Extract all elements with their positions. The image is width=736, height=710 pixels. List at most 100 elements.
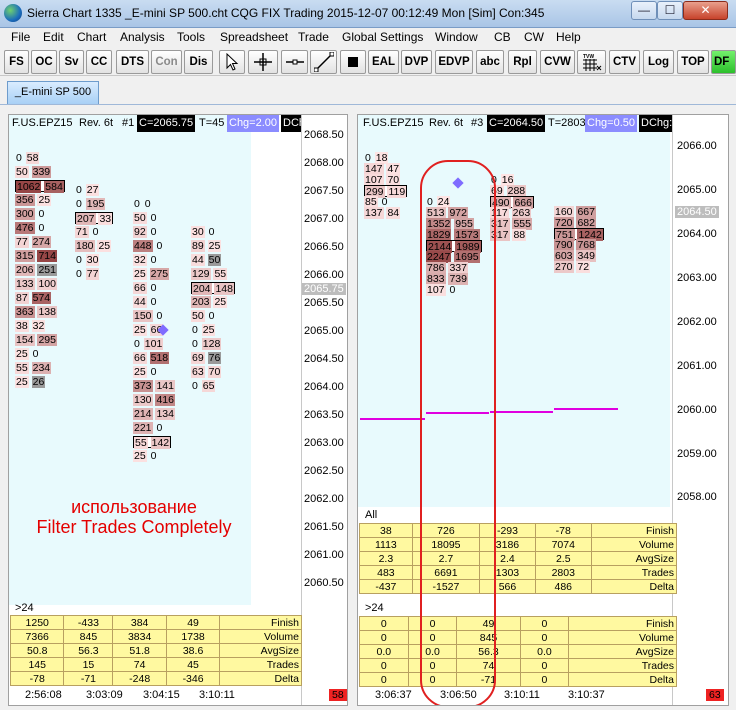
tab-e-mini-sp-500[interactable]: _E-mini SP 500 [7, 81, 99, 104]
ask-volume: 26 [31, 376, 46, 388]
footprint-cell: 25 275 [133, 268, 170, 280]
stat-row-label: Trades [568, 658, 677, 673]
cvw-button[interactable]: CVW [540, 50, 575, 74]
left-chart-panel[interactable]: F.US.EPZ15 Rev. 6t #1 C=2065.75 T=45 Chg… [8, 114, 348, 706]
bid-volume: 38 [15, 320, 29, 332]
crosshair-tool-button[interactable] [248, 50, 278, 74]
menu-help[interactable]: Help [556, 30, 581, 44]
ctv-button[interactable]: CTV [609, 50, 640, 74]
menu-bar: File Edit Chart Analysis Tools Spreadshe… [0, 28, 736, 46]
dvp-button[interactable]: DVP [401, 50, 432, 74]
right-current-price-marker: 2064.50 [675, 206, 719, 218]
footprint-cell: 50 0 [133, 212, 157, 224]
tvw-button[interactable]: TVW [577, 50, 606, 74]
bid-volume: 0 [134, 338, 140, 350]
oc-button[interactable]: OC [31, 50, 57, 74]
menu-cw[interactable]: CW [524, 30, 544, 44]
sv-button[interactable]: Sv [59, 50, 84, 74]
footprint-cell: 25 0 [15, 348, 39, 360]
ask-volume: 84 [386, 207, 401, 219]
left-price-label: 2065.50 [304, 297, 344, 309]
menu-spreadsheet[interactable]: Spreadsheet [220, 30, 288, 44]
cc-button[interactable]: CC [86, 50, 112, 74]
pointer-tool-button[interactable] [219, 50, 245, 74]
ask-volume: 142 [150, 437, 171, 449]
bid-volume: 154 [15, 334, 35, 346]
right-stats-all-row-volume: 1113 18095 3186 7074 Volume [359, 537, 678, 552]
left-price-label: 2067.50 [304, 185, 344, 197]
right-section-label: >24 [365, 602, 384, 614]
trend-line-icon [313, 51, 334, 73]
log-button[interactable]: Log [643, 50, 674, 74]
menu-chart[interactable]: Chart [77, 30, 106, 44]
right-badge: 63 [706, 689, 724, 701]
stat-cell: 1250 [9, 615, 65, 630]
fs-button[interactable]: FS [4, 50, 29, 74]
bid-volume: 25 [133, 268, 147, 280]
ask-volume: 251 [37, 264, 57, 276]
stat-cell: 384 [112, 615, 167, 630]
line-segment-tool-button[interactable] [281, 50, 308, 74]
ask-volume: 714 [37, 250, 57, 262]
menu-trade[interactable]: Trade [298, 30, 329, 44]
df-button[interactable]: DF [711, 50, 736, 74]
stat-cell: 15 [63, 657, 114, 672]
right-stats-all-row-delta: -437 -1527 566 486 Delta [359, 579, 678, 594]
edvp-button[interactable]: EDVP [435, 50, 473, 74]
abc-button[interactable]: abc [476, 50, 504, 74]
menu-cb[interactable]: CB [494, 30, 511, 44]
ask-volume: 0 [38, 208, 45, 220]
bid-volume: 30 [191, 226, 205, 238]
left-price-label: 2062.50 [304, 465, 344, 477]
stat-cell: 56.3 [63, 643, 114, 658]
top-button[interactable]: TOP [677, 50, 709, 74]
footprint-cell: 0 65 [191, 380, 216, 392]
menu-file[interactable]: File [11, 30, 30, 44]
dts-button[interactable]: DTS [116, 50, 149, 74]
right-price-label: 2065.00 [677, 184, 717, 196]
ask-volume: 70 [207, 366, 222, 378]
maximize-button[interactable]: ☐ [657, 1, 683, 20]
stat-cell: -346 [165, 671, 221, 686]
stat-cell: 2.5 [534, 551, 592, 566]
footprint-cell: 448 0 [133, 240, 163, 252]
footprint-cell: 133 100 [15, 278, 57, 290]
close-button[interactable]: ✕ [683, 1, 728, 20]
stat-cell: 49 [165, 615, 221, 630]
menu-tools[interactable]: Tools [177, 30, 205, 44]
ask-volume: 134 [155, 408, 175, 420]
left-price-label: 2067.00 [304, 213, 344, 225]
ask-volume: 584 [44, 181, 64, 193]
stat-cell: 2.3 [359, 551, 413, 566]
left-price-label: 2063.00 [304, 437, 344, 449]
stat-row-label: Finish [568, 616, 677, 631]
stat-cell: 0 [359, 658, 409, 673]
trend-line-tool-button[interactable] [310, 50, 337, 74]
dis-button[interactable]: Dis [184, 50, 213, 74]
ask-volume: 25 [37, 194, 52, 206]
ask-volume: 32 [31, 320, 46, 332]
right-chart-panel[interactable]: F.US.EPZ15 Rev. 6t #3 C=2064.50 T=2803 C… [357, 114, 729, 706]
left-current-price-marker: 2065.75 [302, 283, 346, 295]
bid-volume: 363 [15, 306, 35, 318]
eal-button[interactable]: EAL [368, 50, 399, 74]
footprint-cell: 300 0 [15, 208, 45, 220]
footprint-cell: 180 25 [75, 240, 112, 252]
ask-volume: 0 [150, 450, 157, 462]
bid-volume: 44 [191, 254, 205, 266]
minimize-button[interactable]: — [631, 1, 657, 20]
right-stats-24-row-delta: 0 0 -71 0 Delta [359, 672, 677, 687]
con-button[interactable]: Con [151, 50, 182, 74]
stat-cell: 51.8 [112, 643, 167, 658]
footprint-cell: 0 0 [133, 198, 152, 210]
menu-edit[interactable]: Edit [43, 30, 64, 44]
ask-volume: 0 [150, 282, 157, 294]
stat-cell: 486 [534, 579, 592, 594]
menu-window[interactable]: Window [435, 30, 478, 44]
menu-global-settings[interactable]: Global Settings [342, 30, 423, 44]
menu-analysis[interactable]: Analysis [120, 30, 165, 44]
rpl-button[interactable]: Rpl [508, 50, 537, 74]
right-price-label: 2066.00 [677, 140, 717, 152]
ask-volume: 518 [149, 352, 170, 364]
stop-tool-button[interactable] [340, 50, 366, 74]
